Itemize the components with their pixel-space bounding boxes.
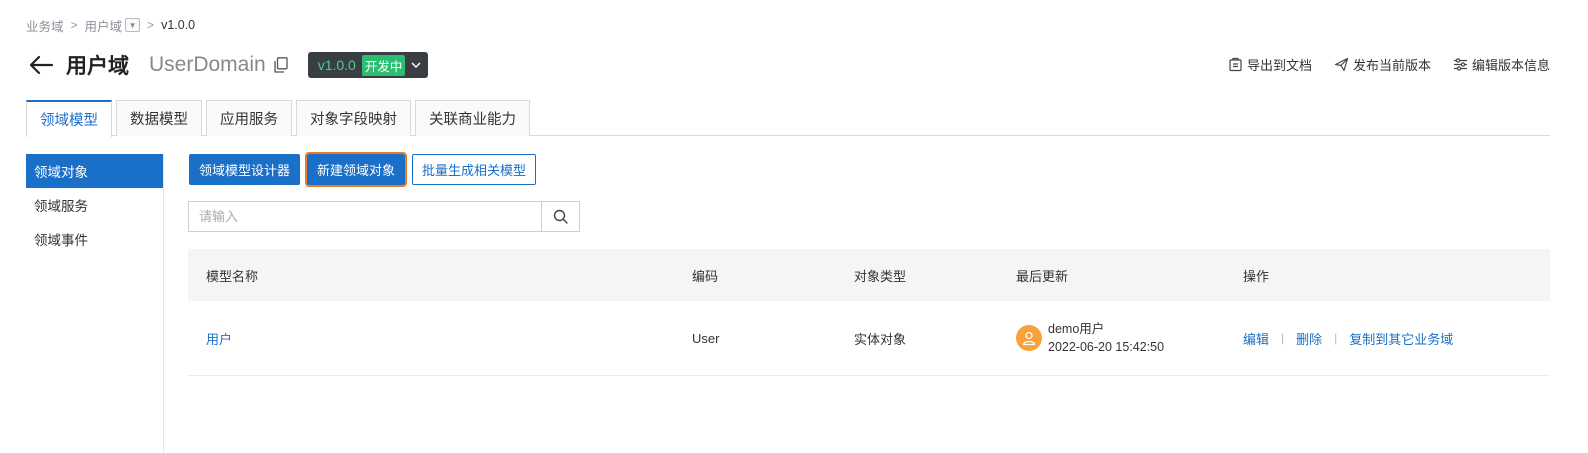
page-header: 用户域 UserDomain v1.0.0 开发中	[28, 50, 429, 80]
version-dropdown[interactable]: v1.0.0 开发中	[307, 52, 429, 78]
breadcrumb: 业务域 > 用户域 ▼ > v1.0.0	[26, 16, 196, 35]
tab-domain-model[interactable]: 领域模型	[26, 100, 112, 137]
breadcrumb-item-business-domain[interactable]: 业务域	[26, 16, 64, 35]
edit-version-info-label: 编辑版本信息	[1471, 58, 1550, 73]
breadcrumb-item-version: v1.0.0	[161, 18, 196, 32]
table-header: 模型名称 编码 对象类型 最后更新 操作	[188, 249, 1550, 301]
status-badge: 开发中	[361, 54, 406, 76]
sidebar: 领域对象 领域服务 领域事件	[26, 154, 164, 453]
column-header-type: 对象类型	[854, 268, 907, 284]
new-domain-object-button[interactable]: 新建领域对象	[305, 152, 408, 187]
column-header-code: 编码	[692, 268, 719, 284]
toolbar: 领域模型设计器 新建领域对象 批量生成相关模型	[189, 152, 537, 187]
breadcrumb-item-user-domain[interactable]: 用户域	[85, 16, 123, 35]
export-icon	[1229, 57, 1242, 72]
chevron-down-icon	[410, 59, 422, 71]
edit-link[interactable]: 编辑	[1243, 329, 1269, 348]
model-name-link[interactable]: 用户	[206, 329, 232, 348]
copy-icon[interactable]	[274, 57, 290, 73]
table-row: 用户 User 实体对象 demo用户 2022-06-20 15:42:50 …	[188, 301, 1550, 376]
publish-version-button[interactable]: 发布当前版本	[1334, 55, 1431, 74]
column-header-name: 模型名称	[206, 268, 259, 284]
model-code: User	[692, 330, 720, 346]
divider: |	[1281, 331, 1285, 345]
search-input[interactable]	[188, 201, 541, 232]
dropdown-icon[interactable]: ▼	[125, 18, 141, 32]
page-title: 用户域	[66, 55, 129, 78]
sidebar-item-domain-service[interactable]: 领域服务	[26, 188, 163, 222]
domain-model-designer-button[interactable]: 领域模型设计器	[189, 154, 301, 185]
edit-version-info-button[interactable]: 编辑版本信息	[1453, 55, 1550, 74]
delete-link[interactable]: 删除	[1296, 329, 1322, 348]
settings-sliders-icon	[1453, 58, 1467, 71]
header-actions: 导出到文档 发布当前版本 编辑版本信息	[1228, 55, 1550, 74]
search-icon	[553, 209, 568, 224]
tab-business-capability[interactable]: 关联商业能力	[415, 100, 530, 136]
object-type: 实体对象	[854, 331, 907, 347]
tab-data-model[interactable]: 数据模型	[116, 100, 202, 136]
export-doc-button[interactable]: 导出到文档	[1228, 55, 1312, 74]
search-button[interactable]	[541, 201, 580, 232]
tab-object-field-mapping[interactable]: 对象字段映射	[296, 100, 411, 136]
breadcrumb-separator: >	[70, 18, 78, 32]
updated-timestamp: 2022-06-20 15:42:50	[1048, 340, 1165, 354]
sidebar-item-domain-event[interactable]: 领域事件	[26, 222, 163, 256]
sidebar-item-domain-object[interactable]: 领域对象	[26, 154, 163, 188]
version-label: v1.0.0	[317, 57, 356, 73]
page-subtitle: UserDomain	[149, 53, 266, 76]
row-actions: 编辑 | 删除 | 复制到其它业务域	[1243, 329, 1453, 348]
tab-application-service[interactable]: 应用服务	[206, 100, 292, 136]
last-updated: demo用户 2022-06-20 15:42:50	[1016, 320, 1164, 356]
updater-name: demo用户	[1048, 322, 1105, 336]
copy-to-other-domain-link[interactable]: 复制到其它业务域	[1349, 329, 1453, 348]
column-header-updated: 最后更新	[1016, 268, 1069, 284]
batch-generate-button[interactable]: 批量生成相关模型	[412, 154, 537, 185]
domain-object-table: 模型名称 编码 对象类型 最后更新 操作 用户 User 实体对象 demo用户…	[188, 249, 1550, 376]
send-icon	[1334, 57, 1349, 72]
back-arrow-icon[interactable]	[28, 53, 54, 77]
publish-version-label: 发布当前版本	[1352, 58, 1431, 73]
search-bar	[188, 201, 580, 232]
export-doc-label: 导出到文档	[1246, 58, 1312, 73]
updater-info: demo用户 2022-06-20 15:42:50	[1048, 320, 1164, 356]
breadcrumb-separator: >	[147, 18, 155, 32]
tab-bar: 领域模型 数据模型 应用服务 对象字段映射 关联商业能力	[26, 100, 1550, 137]
user-avatar-icon	[1016, 325, 1042, 351]
divider: |	[1334, 331, 1338, 345]
column-header-actions: 操作	[1243, 268, 1270, 284]
